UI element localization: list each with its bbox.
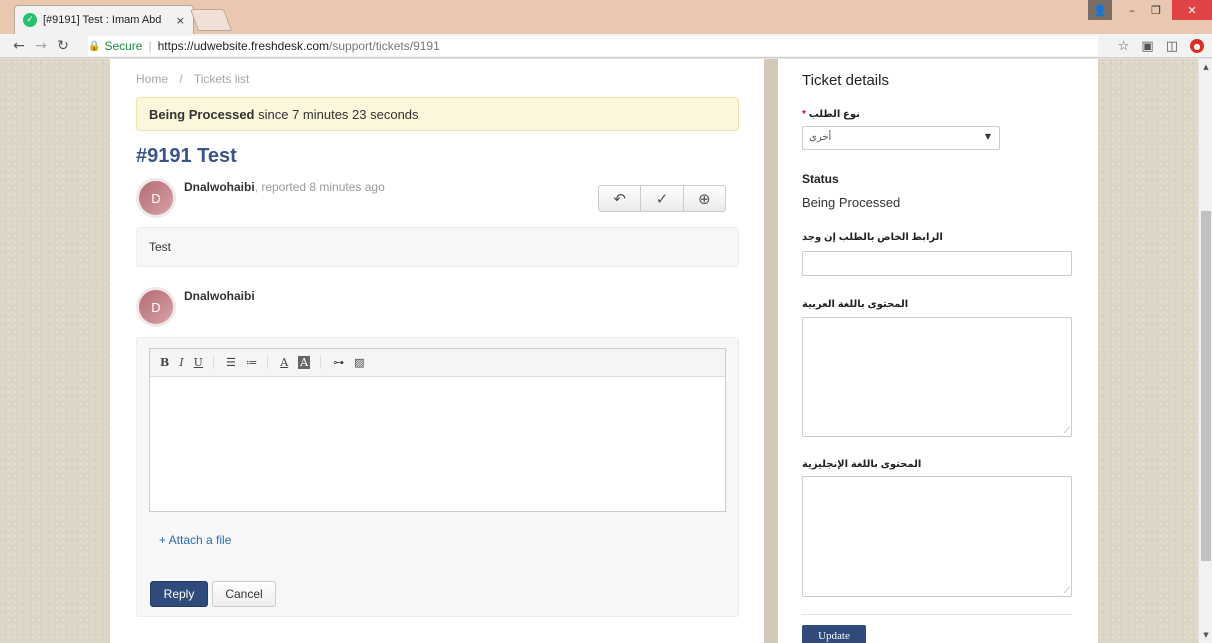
minimize-icon[interactable]: –: [1120, 0, 1144, 20]
scrollbar-thumb[interactable]: [1201, 211, 1211, 561]
scroll-up-icon[interactable]: ▲: [1199, 63, 1212, 71]
dropdown-caret-icon: ▼: [984, 132, 991, 141]
attach-file-link[interactable]: + Attach a file: [159, 533, 231, 547]
request-type-select[interactable]: أخرى ▼: [802, 126, 1000, 150]
forward-arrow-icon[interactable]: →: [30, 38, 52, 54]
breadcrumb-separator: /: [179, 72, 183, 86]
cancel-button[interactable]: Cancel: [212, 581, 276, 607]
add-person-icon[interactable]: ⊕: [684, 186, 725, 211]
ticket-action-group: ↶ ✓ ⊕: [598, 185, 726, 212]
english-content-textarea[interactable]: ⟋: [802, 476, 1072, 597]
profile-icon[interactable]: 👤: [1088, 0, 1112, 20]
url-separator: |: [148, 39, 152, 53]
resize-handle-icon[interactable]: ⟋: [1064, 586, 1070, 596]
tab-title: [#9191] Test : Imam Abd: [43, 14, 162, 26]
image-icon[interactable]: ▨: [354, 356, 364, 369]
new-tab-button[interactable]: [189, 9, 233, 31]
extension-icon[interactable]: ▣: [1141, 39, 1153, 54]
browser-titlebar: ✓ [#9191] Test : Imam Abd × 👤 – ❐ ✕: [0, 0, 1212, 34]
reporter-line: Dnalwohaibi, reported 8 minutes ago: [184, 180, 385, 194]
rich-text-editor: B I U ☰ ≔ A A ⊶ ▨: [149, 348, 726, 512]
reply-form: B I U ☰ ≔ A A ⊶ ▨ + Attach a file Reply …: [136, 337, 739, 617]
bulleted-list-icon[interactable]: ☰: [226, 356, 236, 369]
link-label: الرابط الخاص بالطلب إن وجد: [802, 232, 943, 243]
reporter-avatar: D: [136, 178, 176, 218]
request-type-label: * نوع الطلب: [802, 109, 860, 120]
back-arrow-icon[interactable]: ←: [8, 38, 30, 54]
reload-icon[interactable]: ↻: [52, 38, 74, 54]
breadcrumb: Home / Tickets list: [136, 72, 249, 86]
status-banner-since: since 7 minutes 23 seconds: [254, 107, 419, 122]
arabic-content-label: المحتوى باللغة العربية: [802, 299, 909, 310]
resize-handle-icon[interactable]: ⟋: [1064, 426, 1070, 436]
status-banner: Being Processed since 7 minutes 23 secon…: [136, 97, 739, 131]
browser-tab[interactable]: ✓ [#9191] Test : Imam Abd ×: [14, 5, 194, 34]
numbered-list-icon[interactable]: ≔: [246, 356, 257, 369]
page-scrollbar[interactable]: ▲ ▼: [1198, 59, 1212, 643]
browser-toolbar: ← → ↻ 🔒 Secure | https://udwebsite.fresh…: [0, 34, 1212, 58]
reply-editor-area[interactable]: [150, 377, 725, 511]
ticket-main-panel: Home / Tickets list Being Processed sinc…: [110, 59, 764, 643]
link-icon[interactable]: ⊶: [333, 356, 344, 369]
italic-button[interactable]: I: [179, 356, 183, 369]
link-input[interactable]: [802, 251, 1072, 276]
status-banner-state: Being Processed: [149, 107, 255, 122]
close-ticket-icon[interactable]: ✓: [641, 186, 684, 211]
breadcrumb-tickets[interactable]: Tickets list: [194, 72, 250, 86]
freshdesk-favicon-icon: ✓: [23, 13, 37, 27]
request-type-value: أخرى: [809, 132, 832, 143]
restore-icon[interactable]: ❐: [1144, 0, 1168, 20]
replier-name: Dnalwohaibi: [184, 289, 255, 303]
reply-arrow-icon[interactable]: ↶: [599, 186, 642, 211]
url-host: https://udwebsite.freshdesk.com: [157, 39, 330, 53]
bold-button[interactable]: B: [160, 356, 169, 369]
scroll-down-icon[interactable]: ▼: [1199, 631, 1212, 639]
update-button[interactable]: Update: [802, 625, 866, 643]
arabic-content-textarea[interactable]: ⟋: [802, 317, 1072, 437]
request-type-label-text: نوع الطلب: [808, 109, 860, 120]
ticket-title: #9191 Test: [136, 145, 237, 167]
extension-icons: ☆ ▣ ◫ ●: [1118, 36, 1204, 56]
status-label: Status: [802, 172, 839, 186]
ticket-details-panel: Ticket details * نوع الطلب أخرى ▼ Status…: [778, 59, 1098, 643]
tab-close-icon[interactable]: ×: [176, 14, 185, 27]
url-path: /support/tickets/9191: [329, 39, 440, 53]
status-value: Being Processed: [802, 195, 901, 210]
panel-divider: [764, 59, 778, 643]
editor-toolbar: B I U ☰ ≔ A A ⊶ ▨: [150, 349, 725, 377]
reply-button[interactable]: Reply: [150, 581, 208, 607]
pdf-extension-icon[interactable]: ◫: [1166, 39, 1178, 54]
background-color-icon[interactable]: A: [298, 356, 311, 369]
secure-label: Secure: [104, 39, 143, 53]
ticket-description: Test: [136, 227, 739, 267]
reporter-meta: , reported 8 minutes ago: [254, 180, 385, 194]
font-color-icon[interactable]: A: [280, 356, 288, 369]
reporter-name: Dnalwohaibi: [184, 180, 255, 194]
required-mark: *: [802, 109, 806, 120]
page-viewport: Home / Tickets list Being Processed sinc…: [0, 59, 1212, 643]
english-content-label: المحتوى باللغة الإنجليزية: [802, 459, 922, 470]
ticket-details-title: Ticket details: [802, 72, 889, 89]
window-controls: 👤 – ❐ ✕: [1088, 0, 1212, 22]
replier-avatar: D: [136, 287, 176, 327]
underline-button[interactable]: U: [194, 356, 203, 369]
adblock-icon[interactable]: ●: [1190, 39, 1204, 53]
breadcrumb-home[interactable]: Home: [136, 72, 168, 86]
address-bar[interactable]: 🔒 Secure | https://udwebsite.freshdesk.c…: [88, 36, 1098, 56]
lock-icon: 🔒: [88, 40, 101, 52]
close-window-icon[interactable]: ✕: [1172, 0, 1212, 20]
sidebar-divider: [802, 614, 1072, 615]
bookmark-star-icon[interactable]: ☆: [1118, 39, 1130, 54]
